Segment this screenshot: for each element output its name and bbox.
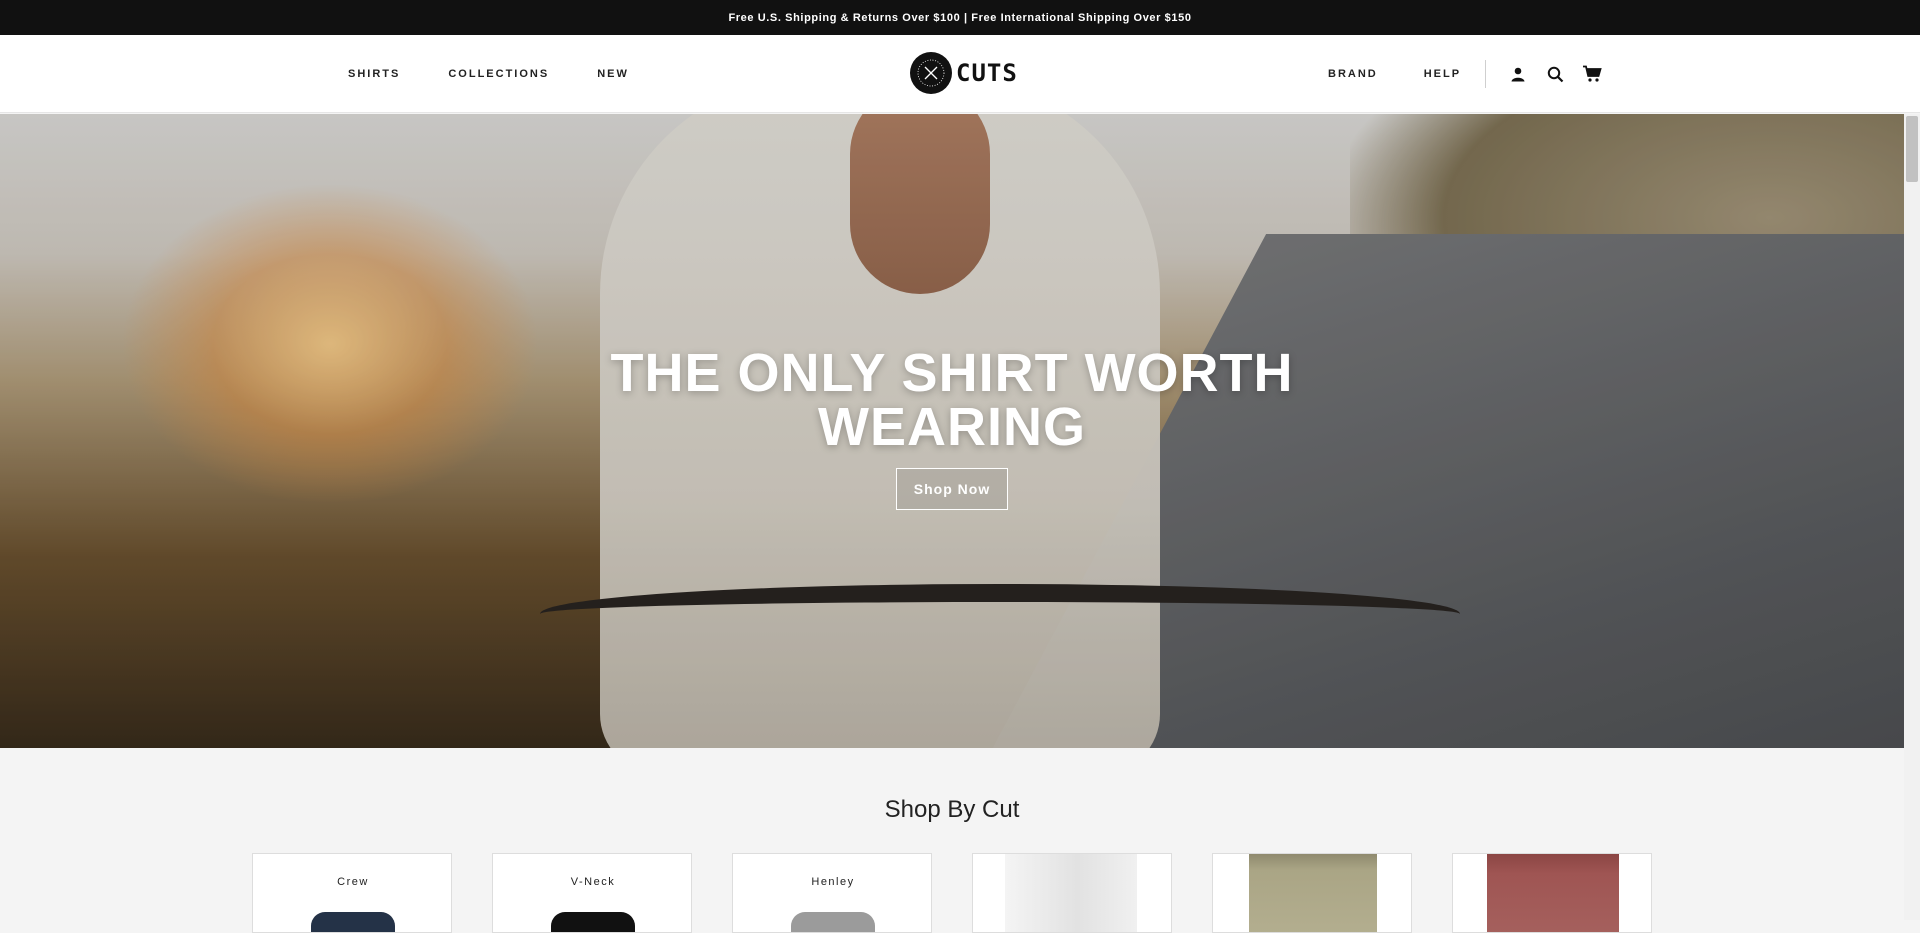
nav-new[interactable]: NEW xyxy=(597,68,629,80)
cut-card-crew[interactable]: Crew xyxy=(252,853,452,933)
hero-title-line-2: WEARING xyxy=(818,397,1086,457)
cart-icon[interactable] xyxy=(1582,64,1602,84)
account-icon[interactable] xyxy=(1508,64,1528,84)
cut-grid: Crew V-Neck Henley xyxy=(252,853,1652,933)
cut-card-henley[interactable]: Henley xyxy=(732,853,932,933)
olive-shirt-image xyxy=(1249,854,1377,932)
secondary-nav: BRAND HELP xyxy=(1328,35,1619,113)
shop-now-button[interactable]: Shop Now xyxy=(895,468,1009,510)
red-shirt-image xyxy=(1487,854,1619,932)
hero-content: THE ONLY SHIRT WORTH WEARING Shop Now xyxy=(0,346,1904,510)
scrollbar-thumb[interactable] xyxy=(1906,116,1918,182)
cut-label: V-Neck xyxy=(570,876,616,888)
nav-help[interactable]: HELP xyxy=(1424,68,1461,80)
crew-shirt-image xyxy=(311,912,395,932)
logo-mark-icon xyxy=(910,52,952,94)
site-logo[interactable]: CUTS xyxy=(910,52,1018,94)
announcement-text: Free U.S. Shipping & Returns Over $100 |… xyxy=(728,11,1192,24)
hero-title-line-1: THE ONLY SHIRT WORTH xyxy=(610,343,1294,403)
cut-card-red-shirt[interactable] xyxy=(1452,853,1652,933)
v-neck-shirt-image xyxy=(551,912,635,932)
white-shirt-image xyxy=(1005,854,1137,932)
search-icon[interactable] xyxy=(1545,64,1565,84)
logo-text: CUTS xyxy=(956,59,1018,87)
cut-card-olive-shirt[interactable] xyxy=(1212,853,1412,933)
primary-nav: SHIRTS COLLECTIONS NEW xyxy=(348,35,629,113)
cut-card-v-neck[interactable]: V-Neck xyxy=(492,853,692,933)
cut-label: Crew xyxy=(337,876,369,888)
nav-shirts[interactable]: SHIRTS xyxy=(348,68,400,80)
site-header: SHIRTS COLLECTIONS NEW CUTS BRAND HELP xyxy=(0,35,1920,113)
shop-by-cut-heading: Shop By Cut xyxy=(884,796,1020,823)
page-scrollbar[interactable] xyxy=(1904,114,1920,920)
announcement-bar: Free U.S. Shipping & Returns Over $100 |… xyxy=(0,0,1920,35)
nav-brand[interactable]: BRAND xyxy=(1328,68,1378,80)
nav-collections[interactable]: COLLECTIONS xyxy=(448,68,549,80)
cut-card-white-shirt[interactable] xyxy=(972,853,1172,933)
nav-divider xyxy=(1485,60,1487,88)
henley-shirt-image xyxy=(791,912,875,932)
cut-label: Henley xyxy=(811,876,855,888)
hero-banner: THE ONLY SHIRT WORTH WEARING Shop Now xyxy=(0,114,1904,748)
